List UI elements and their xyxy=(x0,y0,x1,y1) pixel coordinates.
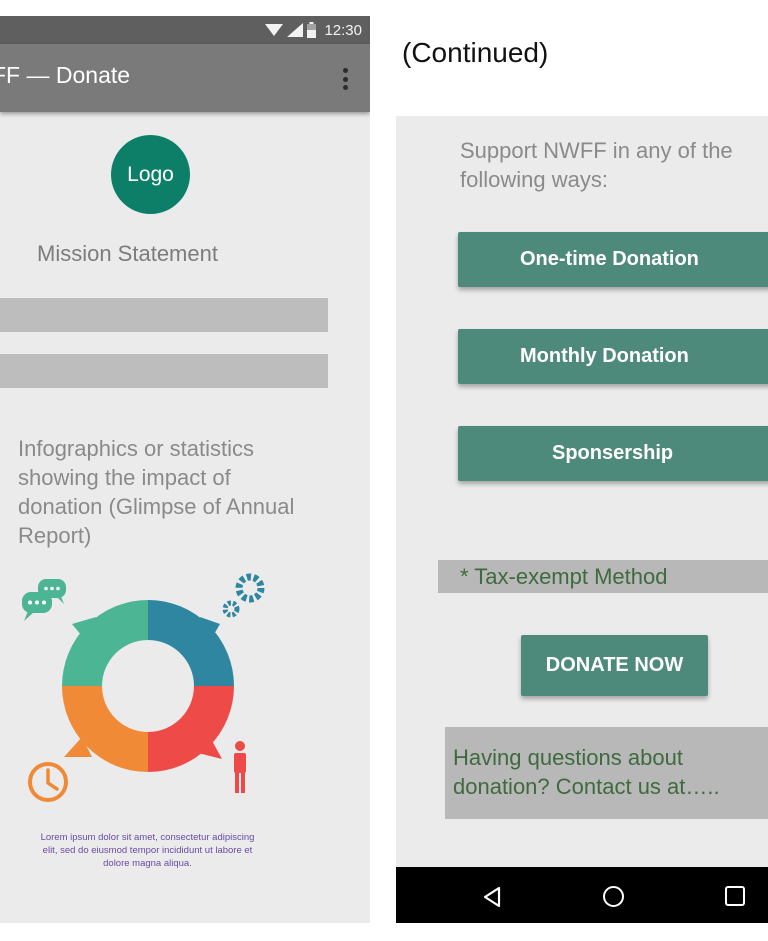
lorem-text: Lorem ipsum dolor sit amet, consectetur … xyxy=(40,832,255,869)
status-bar: 12:30 xyxy=(0,16,370,44)
placeholder-bar xyxy=(0,354,328,388)
support-text: Support NWFF in any of the following way… xyxy=(460,138,733,192)
back-icon[interactable] xyxy=(482,886,502,908)
one-time-donation-label: One-time Donation xyxy=(520,248,699,270)
logo-label: Logo xyxy=(127,162,174,186)
clock-icon xyxy=(28,762,68,802)
home-icon[interactable] xyxy=(603,886,624,907)
logo: Logo xyxy=(111,135,190,214)
sponsorship-button[interactable]: Sponsership xyxy=(458,426,768,481)
left-phone-screen: 12:30 FF — Donate Logo Mission Statement… xyxy=(0,16,370,923)
continued-label: (Continued) xyxy=(402,37,549,68)
chat-bubbles-icon xyxy=(22,579,66,621)
infographic-caption: Infographics or statistics showing the i… xyxy=(18,436,295,548)
donate-now-button[interactable]: DONATE NOW xyxy=(521,635,708,696)
signal-icon xyxy=(287,23,304,37)
monthly-donation-button[interactable]: Monthly Donation xyxy=(458,329,768,384)
app-bar-title: FF — Donate xyxy=(0,62,131,88)
monthly-donation-label: Monthly Donation xyxy=(520,345,689,367)
tax-exempt-note: * Tax-exempt Method xyxy=(438,560,768,593)
right-phone-screen: Support NWFF in any of the following way… xyxy=(396,116,768,923)
recent-apps-icon[interactable] xyxy=(725,886,745,906)
donate-now-label: DONATE NOW xyxy=(545,654,684,676)
mission-statement: Mission Statement xyxy=(37,241,218,266)
status-time: 12:30 xyxy=(324,21,362,39)
more-vert-icon[interactable] xyxy=(342,68,348,90)
gears-icon xyxy=(222,573,265,618)
status-icons: 12:30 xyxy=(265,20,362,40)
donut-ring xyxy=(62,600,234,772)
wifi-icon xyxy=(265,24,284,36)
contact-info: Having questions about donation? Contact… xyxy=(445,727,768,819)
person-icon xyxy=(234,741,246,793)
app-bar: FF — Donate xyxy=(0,44,370,112)
one-time-donation-button[interactable]: One-time Donation xyxy=(458,232,768,287)
sponsorship-label: Sponsership xyxy=(552,442,674,464)
placeholder-bar xyxy=(0,298,328,332)
navigation-bar xyxy=(396,867,768,923)
infographic xyxy=(22,573,265,802)
battery-icon xyxy=(307,22,317,38)
